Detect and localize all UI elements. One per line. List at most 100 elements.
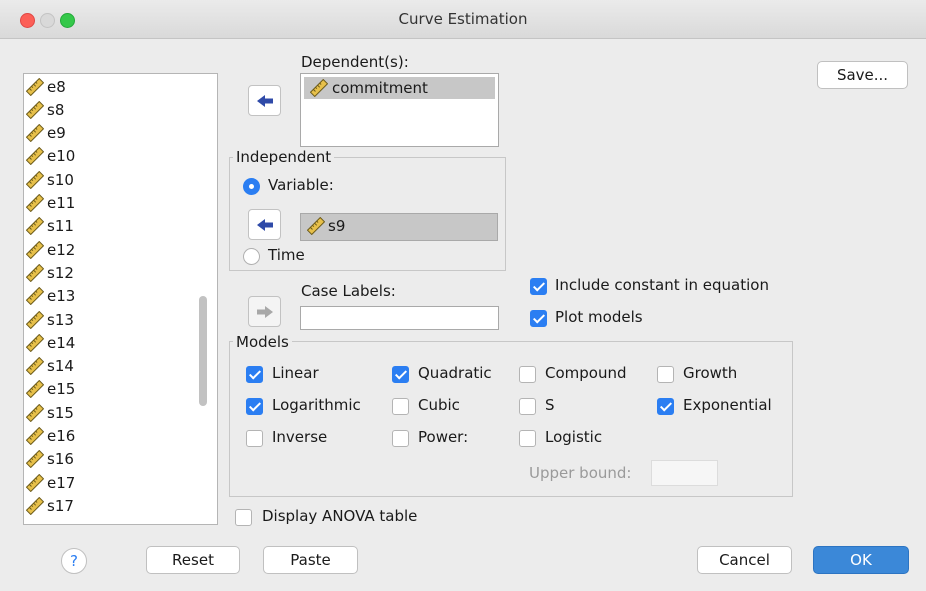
case-labels-field[interactable] [300, 306, 499, 330]
variable-list-item[interactable]: e9 [26, 122, 66, 145]
inverse-label: Inverse [272, 428, 328, 446]
cancel-button[interactable]: Cancel [697, 546, 792, 574]
arrow-left-icon [256, 94, 273, 107]
variable-list-item[interactable]: e8 [26, 75, 66, 98]
variable-name: e14 [47, 333, 76, 352]
reset-button[interactable]: Reset [146, 546, 240, 574]
dependents-list[interactable]: commitment [300, 73, 499, 147]
quadratic-label: Quadratic [418, 364, 492, 382]
save-button[interactable]: Save... [817, 61, 908, 89]
variable-list[interactable]: e8 s8 e9 e10 s10 e11 s11 e12 s12 e13 s13 e14 s14 e15 s… [23, 73, 218, 525]
window-title: Curve Estimation [398, 10, 528, 28]
variable-name: s10 [47, 170, 74, 189]
scale-ruler-icon [307, 217, 325, 235]
variable-list-item[interactable]: e14 [26, 331, 75, 354]
variable-list-item[interactable]: e17 [26, 471, 75, 494]
variable-name: s15 [47, 403, 74, 422]
power-label: Power: [418, 428, 469, 446]
variable-list-scrollbar[interactable] [199, 296, 207, 406]
cubic-label: Cubic [418, 396, 460, 414]
inverse-checkbox[interactable] [246, 430, 263, 447]
variable-name: e16 [47, 427, 76, 445]
independent-variable-name: s9 [328, 217, 346, 235]
variable-list-item[interactable]: s10 [26, 168, 74, 191]
scale-ruler-icon [26, 124, 44, 143]
display-anova-label: Display ANOVA table [262, 507, 418, 525]
variable-list-item[interactable]: s15 [26, 401, 74, 424]
variable-list-item[interactable]: s12 [26, 261, 74, 284]
scale-ruler-icon [26, 147, 44, 166]
scale-ruler-icon [26, 403, 44, 422]
growth-checkbox[interactable] [657, 366, 674, 383]
logistic-checkbox[interactable] [519, 430, 536, 447]
models-group-label: Models [233, 333, 292, 351]
cubic-checkbox[interactable] [392, 398, 409, 415]
variable-name: s8 [47, 100, 65, 119]
logarithmic-checkbox[interactable] [246, 398, 263, 415]
scale-ruler-icon [26, 263, 44, 282]
independent-variable-field[interactable]: s9 [300, 213, 498, 241]
compound-checkbox[interactable] [519, 366, 536, 383]
display-anova-checkbox[interactable] [235, 509, 252, 526]
scale-ruler-icon [26, 473, 44, 492]
move-case-labels-button[interactable] [248, 296, 281, 327]
linear-label: Linear [272, 364, 319, 382]
variable-radio[interactable] [243, 178, 260, 195]
title-bar: Curve Estimation [0, 0, 926, 39]
include-constant-checkbox[interactable] [530, 278, 547, 295]
variable-list-item[interactable]: s17 [26, 494, 74, 517]
paste-button[interactable]: Paste [263, 546, 358, 574]
scale-ruler-icon [26, 287, 44, 306]
variable-name: s16 [47, 450, 74, 469]
variable-list-item[interactable]: e12 [26, 238, 75, 261]
list-item[interactable]: commitment [304, 77, 495, 99]
variable-name: e13 [47, 287, 76, 306]
plot-models-label: Plot models [555, 308, 643, 326]
variable-name: e12 [47, 240, 76, 259]
independent-group-label: Independent [233, 148, 335, 166]
logarithmic-label: Logarithmic [272, 396, 361, 414]
variable-list-item[interactable]: e11 [26, 192, 75, 215]
arrow-right-icon [256, 305, 273, 318]
ok-button[interactable]: OK [813, 546, 909, 574]
s-checkbox[interactable] [519, 398, 536, 415]
plot-models-checkbox[interactable] [530, 310, 547, 327]
help-button[interactable]: ? [61, 548, 87, 574]
variable-radio-label: Variable: [268, 176, 334, 194]
variable-list-item[interactable]: e16 [26, 425, 75, 448]
dependents-label: Dependent(s): [301, 53, 409, 71]
scale-ruler-icon [310, 79, 328, 97]
upper-bound-input[interactable] [651, 460, 718, 486]
variable-list-item[interactable]: s8 [26, 98, 64, 121]
variable-name: s12 [47, 263, 74, 282]
scale-ruler-icon [26, 450, 44, 469]
variable-name: s17 [47, 496, 74, 515]
variable-list-item[interactable]: e15 [26, 378, 75, 401]
variable-name: e15 [47, 380, 76, 399]
linear-checkbox[interactable] [246, 366, 263, 383]
power-checkbox[interactable] [392, 430, 409, 447]
scale-ruler-icon [26, 427, 44, 445]
scale-ruler-icon [26, 170, 44, 189]
scale-ruler-icon [26, 380, 44, 399]
variable-list-item[interactable]: e10 [26, 145, 75, 168]
quadratic-checkbox[interactable] [392, 366, 409, 383]
variable-name: e17 [47, 473, 76, 492]
variable-list-item[interactable]: s11 [26, 215, 74, 238]
variable-name: s11 [47, 217, 74, 236]
time-radio[interactable] [243, 248, 260, 265]
variable-list-item[interactable]: s16 [26, 448, 74, 471]
variable-name: s14 [47, 357, 74, 376]
variable-name: e11 [47, 194, 76, 212]
variable-list-item[interactable]: s14 [26, 355, 74, 378]
variable-list-item[interactable]: s13 [26, 308, 74, 331]
exponential-checkbox[interactable] [657, 398, 674, 415]
variable-list-item[interactable]: e13 [26, 285, 75, 308]
move-dependent-button[interactable] [248, 85, 281, 116]
s-label: S [545, 396, 555, 414]
compound-label: Compound [545, 364, 627, 382]
scale-ruler-icon [26, 240, 44, 259]
move-independent-button[interactable] [248, 209, 281, 240]
arrow-left-icon [256, 218, 273, 231]
question-icon: ? [70, 552, 78, 570]
